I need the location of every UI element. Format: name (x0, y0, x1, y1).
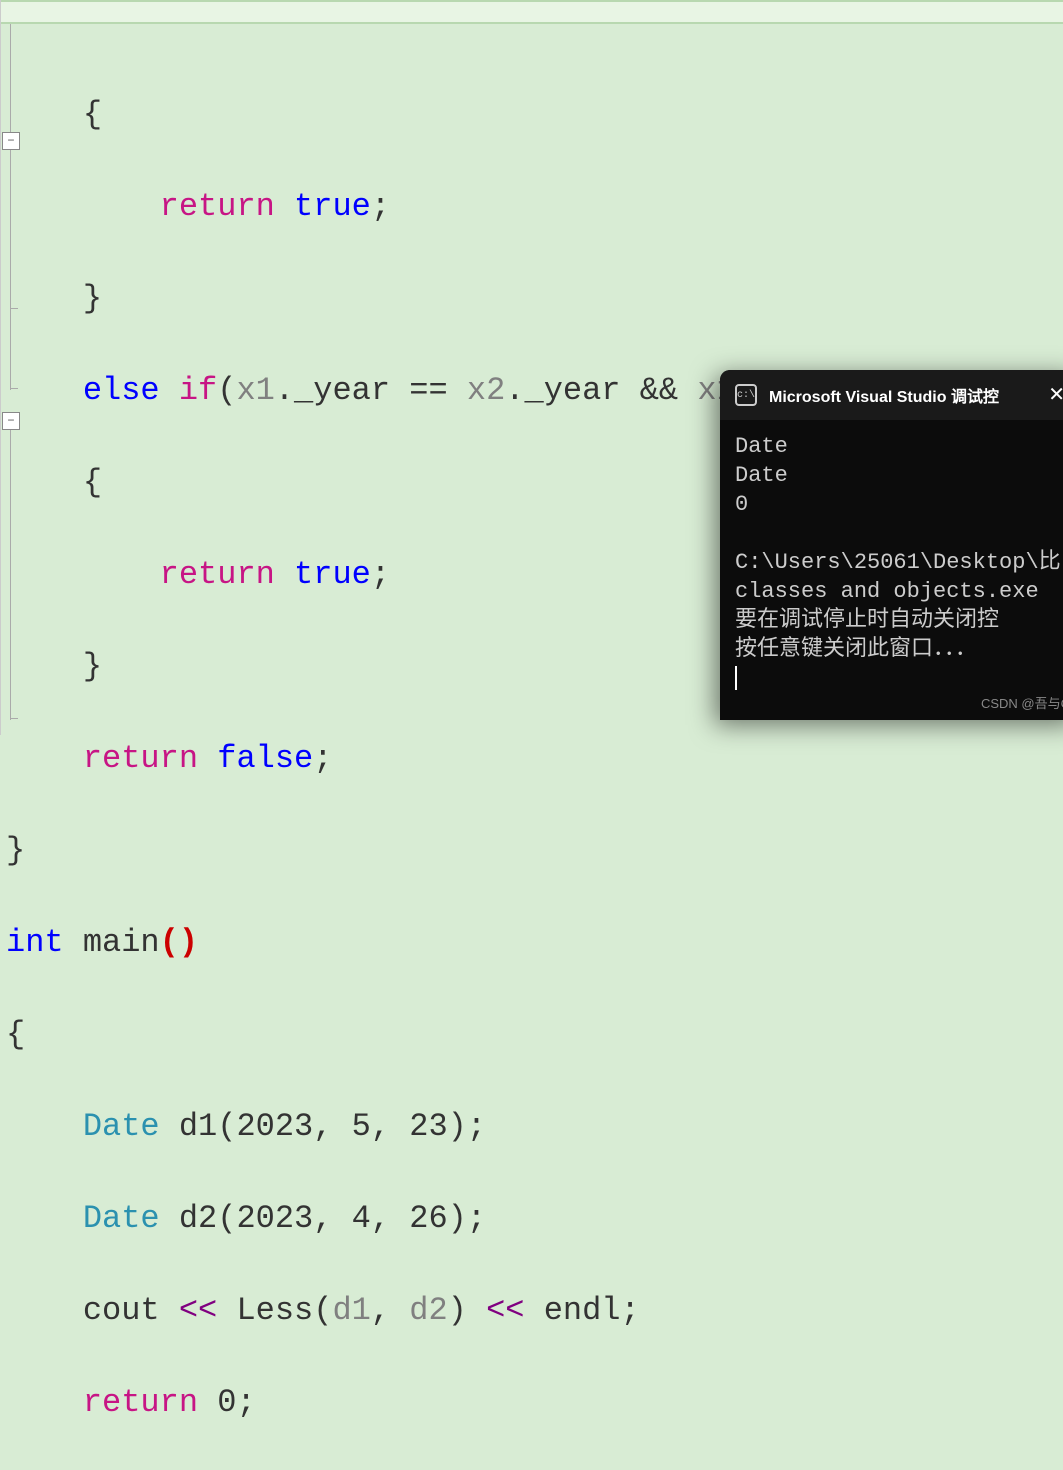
brace: { (6, 1016, 25, 1053)
output-line: Date (735, 463, 788, 488)
watermark: CSDN @吾与C (981, 693, 1063, 712)
keyword-true: true (275, 188, 371, 225)
console-title: Microsoft Visual Studio 调试控 (769, 383, 1036, 407)
keyword-else: else (6, 372, 160, 409)
console-output[interactable]: Date Date 0 C:\Users\25061\Desktop\比 cla… (720, 420, 1063, 705)
output-exe: classes and objects.exe (735, 579, 1039, 604)
brace: { (6, 96, 102, 133)
keyword-false: false (198, 740, 313, 777)
keyword-return: return (6, 1384, 198, 1421)
keyword-if: if (160, 372, 218, 409)
var-d2: d2 (409, 1292, 447, 1329)
keyword-return: return (6, 556, 275, 593)
console-titlebar[interactable]: c:\ Microsoft Visual Studio 调试控 ✕ (720, 370, 1063, 420)
brace: } (6, 648, 102, 685)
output-line: 0 (735, 492, 748, 517)
function-main: main (64, 924, 160, 961)
keyword-return: return (6, 740, 198, 777)
brace: } (6, 832, 25, 869)
output-line: Date (735, 434, 788, 459)
cursor (735, 666, 737, 690)
var-d1: d1 (160, 1108, 218, 1145)
brace: { (6, 464, 102, 501)
var-x2: x2 (467, 372, 505, 409)
var-d2: d2 (160, 1200, 218, 1237)
keyword-int: int (6, 924, 64, 961)
type-date: Date (6, 1108, 160, 1145)
output-path: C:\Users\25061\Desktop\比 (735, 550, 1061, 575)
output-message: 要在调试停止时自动关闭控 (735, 608, 999, 633)
console-window[interactable]: c:\ Microsoft Visual Studio 调试控 ✕ Date D… (720, 370, 1063, 720)
stream-op: << (160, 1292, 237, 1329)
type-date: Date (6, 1200, 160, 1237)
var-x1: x1 (236, 372, 274, 409)
function-less: Less (236, 1292, 313, 1329)
cout: cout (6, 1292, 160, 1329)
paren-highlighted: () (160, 924, 198, 961)
close-icon[interactable]: ✕ (1048, 382, 1063, 408)
highlighted-line (1, 0, 1063, 24)
paren: ( (217, 372, 236, 409)
output-message: 按任意键关闭此窗口．．． (735, 637, 977, 662)
terminal-icon: c:\ (735, 384, 757, 406)
member-year: _year (524, 372, 620, 409)
brace: } (6, 280, 102, 317)
semicolon: ; (371, 188, 390, 225)
stream-op: << (467, 1292, 544, 1329)
endl: endl (544, 1292, 621, 1329)
var-d1: d1 (332, 1292, 370, 1329)
keyword-true: true (275, 556, 371, 593)
member-year: _year (294, 372, 390, 409)
keyword-return: return (6, 188, 275, 225)
